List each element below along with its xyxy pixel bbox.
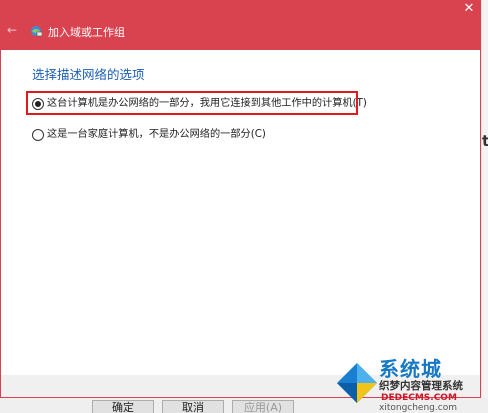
watermark-logo-icon (335, 361, 379, 405)
background-ok-button[interactable]: 确定 (92, 400, 154, 413)
option-home-computer-label[interactable]: 这是一台家庭计算机，不是办公网络的一部分(C) (47, 128, 266, 142)
background-text-fragment: te (482, 132, 488, 150)
radio-work-network[interactable] (32, 98, 44, 110)
back-arrow-icon[interactable]: ← (7, 23, 21, 37)
watermark-subtitle: 织梦内容管理系统 (379, 380, 463, 392)
option-home-computer[interactable]: 这是一台家庭计算机，不是办公网络的一部分(C) (32, 127, 266, 143)
background-cancel-button[interactable]: 取消 (162, 400, 224, 413)
option-work-network[interactable]: 这台计算机是办公网络的一部分，我用它连接到其他工作中的计算机(T) (32, 96, 367, 112)
watermark-title: 系统城 (379, 357, 442, 381)
close-icon[interactable]: ✕ (459, 1, 479, 19)
title-bar: ← 加入域或工作组 ✕ (1, 1, 480, 50)
background-apply-button[interactable]: 应用(A) (232, 400, 294, 413)
radio-home-computer[interactable] (32, 129, 44, 141)
site-watermark: 系统城 织梦内容管理系统 DEDECMS.COM xitongcheng.com (335, 358, 481, 413)
option-work-network-label[interactable]: 这台计算机是办公网络的一部分，我用它连接到其他工作中的计算机(T) (47, 97, 367, 111)
join-domain-dialog: ← 加入域或工作组 ✕ 选择描述网络的选项 这台计算机是办公网络的一部分，我用它… (0, 0, 481, 398)
network-computer-icon (30, 25, 43, 37)
page-heading: 选择描述网络的选项 (32, 67, 145, 82)
watermark-domain: xitongcheng.com (379, 403, 457, 413)
background-window-edge: te (481, 0, 488, 413)
dialog-title: 加入域或工作组 (48, 26, 125, 39)
